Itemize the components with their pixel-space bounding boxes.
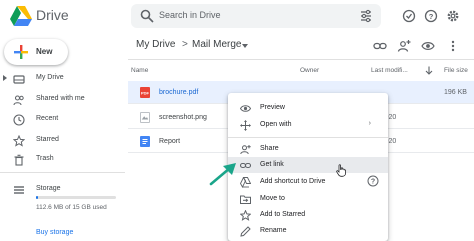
menu-item-label: Share xyxy=(260,145,279,152)
menu-item-get-link[interactable]: Get link xyxy=(228,157,388,173)
column-header-modified[interactable]: Last modifi... xyxy=(371,67,408,74)
link-icon xyxy=(240,162,251,169)
drive-logo-icon xyxy=(10,6,32,26)
menu-item-rename[interactable]: Rename xyxy=(228,223,388,239)
sidebar-divider xyxy=(0,172,125,173)
storage-icon xyxy=(14,186,24,194)
menu-item-label: Rename xyxy=(260,227,287,234)
pencil-icon xyxy=(240,226,251,237)
trash-icon xyxy=(14,154,24,166)
menu-item-move-to[interactable]: Move to xyxy=(228,191,388,207)
move-folder-icon xyxy=(240,195,251,204)
file-name: Report xyxy=(159,138,181,145)
sidebar-item-trash[interactable]: Trash xyxy=(0,152,125,168)
menu-divider xyxy=(228,137,388,138)
more-options-icon[interactable] xyxy=(446,39,460,53)
settings-icon[interactable] xyxy=(446,9,460,23)
menu-item-add-shortcut[interactable]: Add shortcut to Drive ? xyxy=(228,174,388,190)
add-person-icon[interactable] xyxy=(397,39,411,53)
file-name: screenshot.png xyxy=(159,114,207,121)
search-input[interactable]: Search in Drive xyxy=(159,10,221,20)
breadcrumb-root[interactable]: My Drive xyxy=(136,39,175,50)
breadcrumb-dropdown-icon[interactable] xyxy=(242,44,248,48)
search-icon xyxy=(140,9,154,23)
storage-usage-text: 112.6 MB of 15 GB used xyxy=(36,204,107,211)
sidebar-item-my-drive[interactable]: My Drive xyxy=(0,71,125,87)
sidebar-item-label: Recent xyxy=(36,115,59,122)
add-person-icon xyxy=(240,145,251,155)
menu-item-add-to-starred[interactable]: Add to Starred xyxy=(228,207,388,223)
star-icon xyxy=(13,135,25,147)
sidebar-item-label: Shared with me xyxy=(36,95,85,102)
new-button[interactable]: New xyxy=(4,39,68,65)
sidebar-item-recent[interactable]: Recent xyxy=(0,112,125,128)
app-name: Drive xyxy=(36,7,69,23)
hand-cursor-icon xyxy=(336,164,346,177)
offline-status-icon[interactable] xyxy=(402,9,416,23)
annotation-arrow-icon xyxy=(209,163,236,186)
file-size: 196 KB xyxy=(444,89,467,96)
new-button-label: New xyxy=(36,47,53,56)
storage-usage-fill xyxy=(36,196,38,199)
breadcrumb-separator: > xyxy=(182,39,188,50)
svg-text:PDF: PDF xyxy=(141,91,150,96)
menu-item-label: Preview xyxy=(260,104,285,111)
help-icon[interactable]: ? xyxy=(367,175,379,187)
menu-item-share[interactable]: Share xyxy=(228,141,388,157)
eye-icon xyxy=(240,105,251,112)
sidebar-item-label: Storage xyxy=(36,185,61,192)
column-header-size[interactable]: File size xyxy=(444,67,468,74)
sidebar-item-shared[interactable]: Shared with me xyxy=(0,92,125,108)
expand-caret-icon[interactable] xyxy=(3,75,7,81)
column-header-name[interactable]: Name xyxy=(131,67,148,74)
menu-item-label: Open with xyxy=(260,121,292,128)
sidebar-item-label: My Drive xyxy=(36,74,64,81)
eye-icon[interactable] xyxy=(421,39,435,53)
doc-file-icon xyxy=(140,136,150,147)
sidebar-item-starred[interactable]: Starred xyxy=(0,133,125,149)
plus-icon xyxy=(14,45,28,59)
image-file-icon xyxy=(140,112,150,123)
header-divider xyxy=(128,59,474,60)
context-menu: Preview Open with › Share Get link Add s… xyxy=(228,93,388,241)
menu-item-label: Add shortcut to Drive xyxy=(260,178,326,185)
svg-text:?: ? xyxy=(371,179,375,186)
move-arrows-icon xyxy=(240,120,251,131)
column-header-owner[interactable]: Owner xyxy=(300,67,319,74)
sort-arrow-icon[interactable] xyxy=(425,66,433,75)
link-icon[interactable] xyxy=(373,39,387,53)
search-bar[interactable]: Search in Drive xyxy=(131,4,381,28)
storage-usage-bar xyxy=(36,196,116,199)
star-icon xyxy=(240,210,251,221)
menu-item-open-with[interactable]: Open with › xyxy=(228,117,388,133)
search-options-icon[interactable] xyxy=(359,9,373,23)
submenu-arrow-icon: › xyxy=(368,120,371,127)
my-drive-icon xyxy=(13,75,25,84)
menu-item-label: Get link xyxy=(260,161,284,168)
menu-item-preview[interactable]: Preview xyxy=(228,100,388,116)
clock-icon xyxy=(13,114,25,126)
breadcrumb-current[interactable]: Mail Merge xyxy=(192,39,241,50)
svg-text:?: ? xyxy=(429,12,434,21)
people-icon xyxy=(13,95,24,106)
sidebar-item-label: Trash xyxy=(36,155,54,162)
sidebar-item-label: Starred xyxy=(36,136,59,143)
file-name: brochure.pdf xyxy=(159,89,199,96)
menu-item-label: Move to xyxy=(260,195,285,202)
pdf-file-icon: PDF xyxy=(140,87,150,98)
drive-shortcut-icon xyxy=(240,177,251,188)
menu-item-label: Add to Starred xyxy=(260,211,306,218)
buy-storage-link[interactable]: Buy storage xyxy=(36,229,73,236)
help-icon[interactable]: ? xyxy=(424,9,438,23)
